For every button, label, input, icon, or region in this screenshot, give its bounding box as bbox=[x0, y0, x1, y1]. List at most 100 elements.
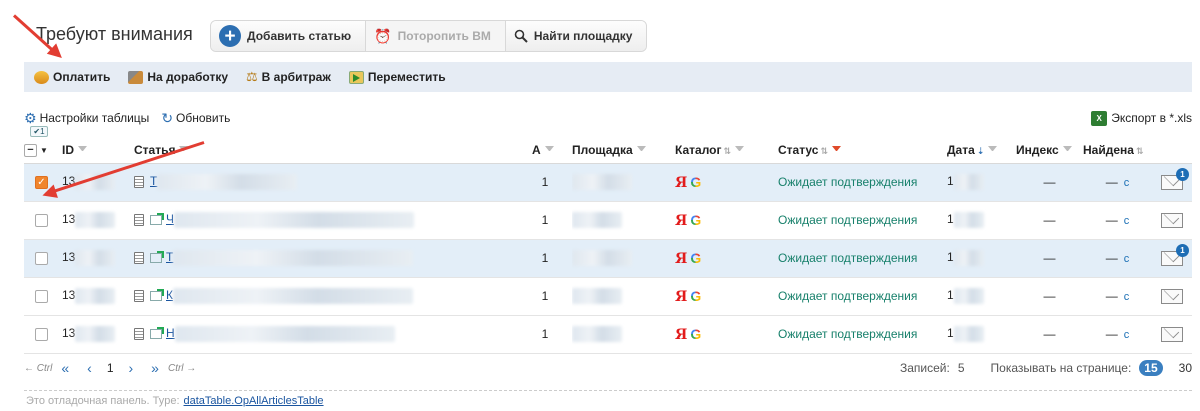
mail-icon[interactable] bbox=[1161, 326, 1183, 342]
column-header-id[interactable]: ID bbox=[62, 137, 134, 164]
row-found-cell: — c bbox=[1083, 277, 1152, 316]
next-page-button[interactable]: › bbox=[129, 360, 134, 376]
redacted-site bbox=[572, 212, 622, 228]
column-header-index[interactable]: Индекс bbox=[1016, 137, 1083, 164]
column-header-status[interactable]: Статус ⇅ bbox=[778, 137, 947, 164]
row-a-cell: 1 bbox=[518, 277, 572, 316]
row-select-cell[interactable] bbox=[24, 201, 62, 240]
row-index-cell: — bbox=[1016, 201, 1083, 240]
sort-icon[interactable]: ⇅ bbox=[1136, 146, 1144, 156]
table-row[interactable]: 13 Т 1 ЯG Ожидает подтверждения 1 — — c 1 bbox=[24, 239, 1192, 278]
filter-icon[interactable] bbox=[735, 146, 745, 155]
pay-button[interactable]: Оплатить bbox=[34, 70, 110, 84]
mail-icon[interactable]: 1 bbox=[1161, 167, 1189, 190]
sort-icon[interactable]: ⇅ bbox=[724, 146, 732, 156]
sort-icon[interactable]: ⇣ bbox=[977, 146, 985, 156]
current-page[interactable]: 1 bbox=[107, 361, 114, 375]
move-button[interactable]: Переместить bbox=[348, 70, 446, 84]
row-select-cell[interactable] bbox=[24, 277, 62, 316]
table-tools-row: ⚙ Настройки таблицы ↻ Обновить X Экспорт… bbox=[24, 109, 1192, 127]
document-icon[interactable] bbox=[134, 214, 144, 226]
column-header-catalog[interactable]: Каталог ⇅ bbox=[675, 137, 778, 164]
chevron-down-icon[interactable]: ▼ bbox=[40, 146, 48, 155]
filter-icon[interactable] bbox=[544, 146, 554, 155]
yandex-icon: Я bbox=[675, 174, 688, 191]
article-link[interactable]: Ч bbox=[166, 212, 174, 226]
row-catalog-cell: ЯG bbox=[675, 239, 778, 278]
filter-icon[interactable] bbox=[988, 146, 998, 155]
table-row[interactable]: 13 Ч 1 ЯG Ожидает подтверждения 1 — — c bbox=[24, 201, 1192, 240]
add-article-button[interactable]: + Добавить статью bbox=[211, 21, 367, 51]
article-link[interactable]: Т bbox=[150, 174, 157, 188]
row-checkbox[interactable] bbox=[35, 214, 48, 228]
column-header-article[interactable]: Статья bbox=[134, 137, 518, 164]
column-a-label: А bbox=[532, 142, 541, 157]
article-link[interactable]: К bbox=[166, 288, 173, 302]
document-icon[interactable] bbox=[134, 176, 144, 188]
first-page-button[interactable]: « bbox=[61, 360, 69, 376]
row-checkbox[interactable] bbox=[35, 290, 48, 304]
recheck-icon[interactable]: c bbox=[1124, 215, 1130, 227]
row-checkbox[interactable] bbox=[35, 328, 48, 342]
refresh-link[interactable]: ↻ Обновить bbox=[161, 110, 230, 127]
filter-active-icon[interactable] bbox=[832, 146, 841, 155]
table-row[interactable]: 13 Н 1 ЯG Ожидает подтверждения 1 — — c bbox=[24, 315, 1192, 354]
filter-icon[interactable] bbox=[636, 146, 646, 155]
export-xls-link[interactable]: X Экспорт в *.xls bbox=[1091, 110, 1192, 126]
row-select-cell[interactable] bbox=[24, 239, 62, 278]
recheck-icon[interactable]: c bbox=[1124, 177, 1130, 189]
share-icon[interactable] bbox=[150, 213, 164, 225]
per-page-30[interactable]: 30 bbox=[1179, 361, 1192, 375]
debug-type-link[interactable]: dataTable.OpAllArticlesTable bbox=[184, 395, 324, 407]
row-site-cell bbox=[572, 239, 675, 278]
arbitrage-button[interactable]: ⚖ В арбитраж bbox=[246, 69, 331, 85]
filter-icon[interactable] bbox=[78, 146, 87, 155]
pagination: ← Ctrl « ‹ 1 › » Ctrl → Записей: 5 Показ… bbox=[24, 355, 1192, 381]
select-all-checkbox[interactable]: − bbox=[24, 144, 37, 158]
mail-icon[interactable]: 1 bbox=[1161, 243, 1189, 266]
document-icon[interactable] bbox=[134, 328, 144, 340]
mail-icon[interactable] bbox=[1161, 288, 1183, 304]
column-header-a[interactable]: А bbox=[518, 137, 572, 164]
row-found-cell: — c bbox=[1083, 315, 1152, 354]
find-site-button[interactable]: Найти площадку bbox=[505, 21, 647, 51]
table-row[interactable]: 13 К 1 ЯG Ожидает подтверждения 1 — — c bbox=[24, 277, 1192, 316]
last-page-button[interactable]: » bbox=[151, 360, 159, 376]
arbitrage-label: В арбитраж bbox=[261, 70, 331, 84]
share-icon[interactable] bbox=[150, 251, 164, 263]
document-icon[interactable] bbox=[134, 252, 144, 264]
rework-button[interactable]: На доработку bbox=[128, 70, 228, 84]
mail-icon[interactable] bbox=[1161, 212, 1183, 228]
row-status-cell: Ожидает подтверждения bbox=[778, 277, 947, 316]
alarm-clock-icon: ⏰ bbox=[374, 27, 392, 44]
recheck-icon[interactable]: c bbox=[1124, 253, 1130, 265]
row-checkbox[interactable] bbox=[35, 252, 48, 266]
status-text: Ожидает подтверждения bbox=[778, 213, 918, 227]
redacted-date bbox=[953, 212, 984, 228]
table-settings-link[interactable]: ⚙ Настройки таблицы bbox=[24, 110, 149, 127]
row-found-cell: — c bbox=[1083, 239, 1152, 278]
status-text: Ожидает подтверждения bbox=[778, 251, 918, 265]
article-link[interactable]: Т bbox=[166, 250, 173, 264]
row-site-cell bbox=[572, 277, 675, 316]
table-row[interactable]: ✓ 13 Т 1 ЯG Ожидает подтверждения 1 — — c… bbox=[24, 163, 1192, 202]
found-value: — bbox=[1105, 327, 1118, 341]
column-header-date[interactable]: Дата ⇣ bbox=[947, 137, 1016, 164]
share-icon[interactable] bbox=[150, 327, 164, 339]
column-header-site[interactable]: Площадка bbox=[572, 137, 675, 164]
share-icon[interactable] bbox=[150, 289, 164, 301]
row-select-cell[interactable] bbox=[24, 315, 62, 354]
row-date: 1 bbox=[947, 326, 954, 341]
recheck-icon[interactable]: c bbox=[1124, 291, 1130, 303]
filter-icon[interactable] bbox=[1062, 146, 1072, 155]
document-icon[interactable] bbox=[134, 290, 144, 302]
sort-icon[interactable]: ⇅ bbox=[820, 146, 828, 156]
per-page-15[interactable]: 15 bbox=[1139, 360, 1163, 376]
select-all-cell[interactable]: − ▼ bbox=[24, 137, 62, 164]
column-header-found[interactable]: Найдена ⇅ bbox=[1083, 137, 1152, 164]
prev-page-button[interactable]: ‹ bbox=[87, 360, 92, 376]
article-link[interactable]: Н bbox=[166, 326, 175, 340]
row-messages-cell bbox=[1152, 201, 1192, 240]
redacted-title bbox=[173, 250, 414, 266]
recheck-icon[interactable]: c bbox=[1124, 329, 1130, 341]
